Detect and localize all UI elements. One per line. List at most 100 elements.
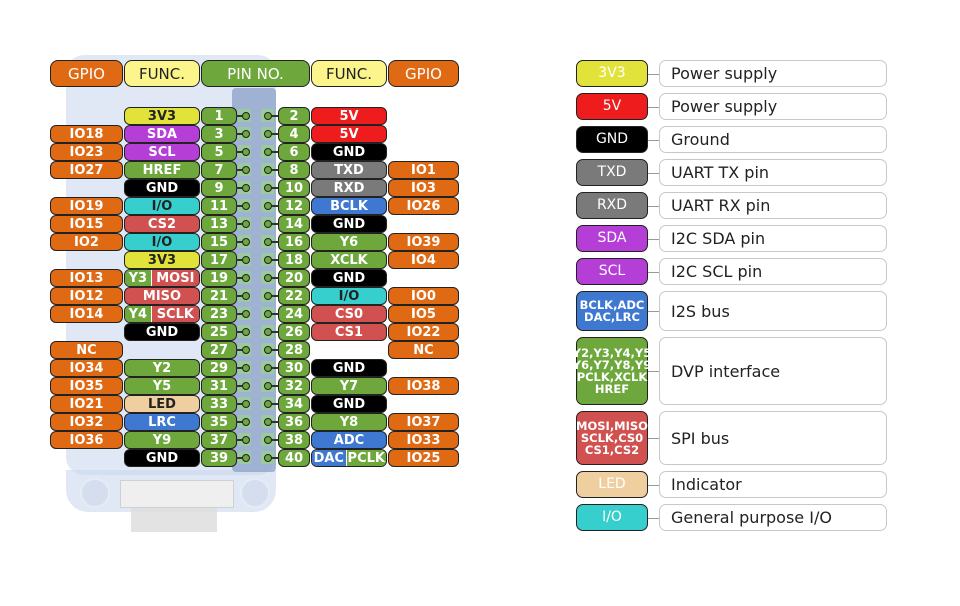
left-function-part: Y4 [125,306,151,322]
legend-key-txd: TXD [576,159,648,186]
right-gpio-label: IO25 [388,449,459,467]
right-function-label: GND [311,359,387,377]
legend-description: I2C SDA pin [659,225,887,252]
left-function-part: Y3 [125,270,151,286]
pin-number-even: 24 [278,305,310,323]
right-function-label: Y6 [311,233,387,251]
right-function-label: GND [311,395,387,413]
left-function-label: I/O [124,233,200,251]
pin-number-even: 8 [278,161,310,179]
legend-key-line: 5V [602,98,622,114]
left-function-label: MISO [124,287,200,305]
pin-connector-dot [242,346,250,354]
mounting-hole-right [240,478,270,508]
pin-number-odd: 1 [201,107,237,125]
pin-number-odd: 35 [201,413,237,431]
legend-key-line: RXD [596,197,628,213]
legend-key-line: GND [595,131,629,147]
legend-key-i2c: SCL [576,258,648,285]
pin-connector-dot [242,400,250,408]
header-gpio-right: GPIO [388,60,459,87]
pin-connector-dot [264,436,272,444]
left-function-label: GND [124,449,200,467]
legend-key-line: CS1,CS2 [584,443,640,457]
left-function-label: GND [124,179,200,197]
legend-key-dvp: Y2,Y3,Y4,Y5 Y6,Y7,Y8,Y9 PCLK,XCLK HREF [573,337,651,405]
fpc-connector [120,480,234,508]
left-function-label: 3V3 [124,107,200,125]
left-gpio-label: IO32 [50,413,123,431]
pin-connector-dot [242,454,250,462]
legend-key-line: TXD [597,164,627,180]
header-func-left: FUNC. [124,60,200,87]
pin-connector-dot [242,238,250,246]
fpc-cable [131,508,217,532]
legend-key-5v: 5V [576,93,648,120]
pin-number-even: 34 [278,395,310,413]
pin-number-odd: 11 [201,197,237,215]
left-function-label: Y2 [124,359,200,377]
pin-connector-dot [264,400,272,408]
legend-key-i2c: SDA [576,225,648,252]
legend-key-spi: MOSI,MISO SCLK,CS0 CS1,CS2 [576,411,648,465]
pin-connector-dot [264,418,272,426]
header-pin-no: PIN NO. [201,60,310,87]
legend-key-line: 3V3 [598,65,626,81]
left-gpio-label: IO13 [50,269,123,287]
pin-connector-dot [264,112,272,120]
left-gpio-label: IO34 [50,359,123,377]
legend-description: I2S bus [659,291,887,331]
legend-key-line: SDA [597,230,627,246]
legend-key-io: I/O [576,504,648,531]
right-function-part: PCLK [345,450,386,466]
pin-number-even: 20 [278,269,310,287]
legend-key-line: LED [598,476,626,492]
left-gpio-label: IO12 [50,287,123,305]
pin-connector-dot [242,418,250,426]
right-function-label: RXD [311,179,387,197]
right-function-label: Y7 [311,377,387,395]
pin-number-even: 12 [278,197,310,215]
pin-connector-dot [242,202,250,210]
left-function-label: 3V3 [124,251,200,269]
pin-connector-dot [242,184,250,192]
pin-connector-dot [264,220,272,228]
left-function-label: Y4 SCLK [124,305,200,323]
right-function-part: DAC [312,450,346,466]
right-function-label: 5V [311,125,387,143]
left-gpio-label: IO27 [50,161,123,179]
pin-number-odd: 13 [201,215,237,233]
pin-number-even: 28 [278,341,310,359]
legend-key-gnd: GND [576,126,648,153]
pin-connector-dot [264,274,272,282]
right-function-label: BCLK [311,197,387,215]
pin-number-odd: 31 [201,377,237,395]
legend-key-line: DAC,LRC [584,310,640,324]
right-gpio-label: IO1 [388,161,459,179]
left-gpio-label: IO36 [50,431,123,449]
left-gpio-label: IO15 [50,215,123,233]
pin-number-odd: 37 [201,431,237,449]
legend-description: Ground [659,126,887,153]
legend-description: Power supply [659,60,887,87]
pin-number-even: 16 [278,233,310,251]
pin-connector-dot [264,238,272,246]
right-function-label: CS0 [311,305,387,323]
pin-number-even: 40 [278,449,310,467]
right-function-label: Y8 [311,413,387,431]
left-function-label: Y5 [124,377,200,395]
pin-number-odd: 27 [201,341,237,359]
pin-connector-dot [264,292,272,300]
legend-key-led: LED [576,471,648,498]
pin-number-odd: 7 [201,161,237,179]
pin-connector-dot [242,130,250,138]
pin-connector-dot [242,292,250,300]
pin-connector-dot [242,166,250,174]
pin-number-even: 32 [278,377,310,395]
left-gpio-label: IO2 [50,233,123,251]
pin-connector-dot [242,112,250,120]
right-function-label: 5V [311,107,387,125]
pin-connector-dot [264,310,272,318]
left-gpio-label: IO35 [50,377,123,395]
legend-description: UART RX pin [659,192,887,219]
